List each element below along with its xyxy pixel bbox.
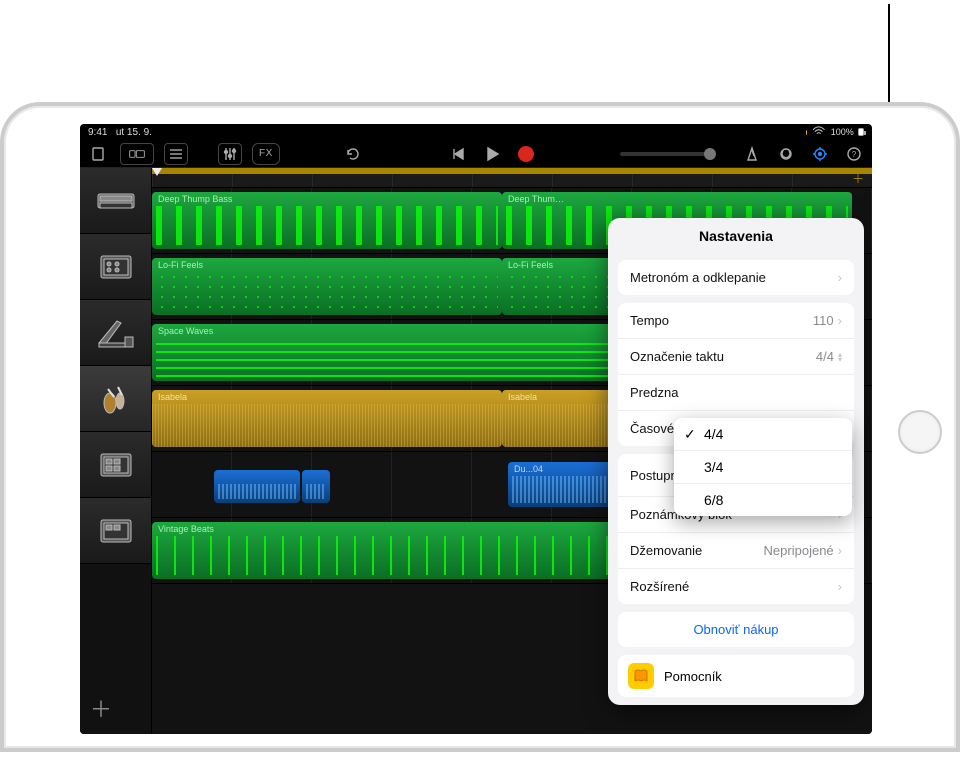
help-book-icon bbox=[628, 663, 654, 689]
timesig-option[interactable]: 3/4 bbox=[674, 451, 852, 484]
toolbar: FX bbox=[80, 140, 872, 168]
region-label: Deep Thump Bass bbox=[158, 194, 232, 204]
row-metronome[interactable]: Metronóm a odklepanie › bbox=[618, 260, 854, 295]
label-tempo: Tempo bbox=[630, 313, 669, 328]
status-left: 9:41 ut 15. 9. bbox=[88, 127, 152, 138]
chevron-right-icon: › bbox=[838, 270, 842, 285]
status-date: ut 15. 9. bbox=[116, 127, 152, 138]
loop-browser-button[interactable] bbox=[774, 143, 798, 165]
add-section-button[interactable]: ＋ bbox=[852, 170, 864, 187]
chevron-right-icon: › bbox=[838, 543, 842, 558]
track-header-5[interactable] bbox=[80, 432, 151, 498]
recording-indicator-icon bbox=[806, 130, 807, 135]
region-label: Isabela bbox=[158, 392, 187, 402]
status-time: 9:41 bbox=[88, 127, 107, 138]
play-button[interactable] bbox=[480, 143, 504, 165]
region-label: Deep Thum… bbox=[508, 194, 564, 204]
master-volume-slider[interactable] bbox=[620, 152, 710, 156]
go-to-start-button[interactable] bbox=[446, 143, 470, 165]
region-label: Space Waves bbox=[158, 326, 213, 336]
row-tempo[interactable]: Tempo 110 › bbox=[618, 303, 854, 339]
undo-button[interactable] bbox=[340, 143, 364, 165]
label-timesig: Označenie taktu bbox=[630, 349, 724, 364]
region[interactable]: Isabela bbox=[152, 390, 502, 447]
status-right: 100% bbox=[806, 124, 864, 139]
restore-purchase-button[interactable]: Obnoviť nákup bbox=[618, 612, 854, 647]
value-timesig: 4/4 bbox=[816, 349, 834, 364]
settings-button[interactable] bbox=[808, 143, 832, 165]
battery-percent: 100% bbox=[831, 127, 854, 137]
row-jam[interactable]: Džemovanie Nepripojené › bbox=[618, 533, 854, 569]
help-button-toolbar[interactable]: ? bbox=[842, 143, 866, 165]
track-header-2[interactable] bbox=[80, 234, 151, 300]
tracks-view-button[interactable] bbox=[164, 143, 188, 165]
region-label: Vintage Beats bbox=[158, 524, 214, 534]
value-jam: Nepripojené bbox=[764, 543, 834, 558]
browser-button[interactable] bbox=[120, 143, 154, 165]
label-advanced: Rozšírené bbox=[630, 579, 689, 594]
cycle-region[interactable] bbox=[152, 168, 872, 174]
chevron-right-icon: › bbox=[838, 313, 842, 328]
label-jam: Džemovanie bbox=[630, 543, 702, 558]
track-header-4[interactable] bbox=[80, 366, 151, 432]
stepper-icon: ▴▾ bbox=[838, 352, 842, 362]
mixer-button[interactable] bbox=[218, 143, 242, 165]
region-label: Du...04 bbox=[514, 464, 543, 474]
home-button[interactable] bbox=[898, 410, 942, 454]
track-header-3[interactable] bbox=[80, 300, 151, 366]
timesig-dropdown: 4/4 3/4 6/8 bbox=[674, 418, 852, 516]
region-label: Isabela bbox=[508, 392, 537, 402]
svg-text:?: ? bbox=[852, 150, 857, 159]
record-icon bbox=[518, 146, 534, 162]
row-advanced[interactable]: Rozšírené › bbox=[618, 569, 854, 604]
status-bar: 9:41 ut 15. 9. 100% bbox=[80, 124, 872, 140]
label-help: Pomocník bbox=[664, 669, 722, 684]
timesig-option[interactable]: 6/8 bbox=[674, 484, 852, 516]
fx-button[interactable]: FX bbox=[252, 143, 280, 165]
battery-icon bbox=[858, 128, 864, 136]
row-keysig[interactable]: Predzna bbox=[618, 375, 854, 411]
settings-title: Nastavenia bbox=[608, 218, 864, 252]
label-timediv: Časové bbox=[630, 421, 674, 436]
region[interactable] bbox=[214, 470, 300, 503]
ruler[interactable]: ＋ bbox=[152, 168, 872, 188]
region[interactable]: Lo-Fi Feels bbox=[152, 258, 502, 315]
record-button[interactable] bbox=[514, 143, 538, 165]
track-header-1[interactable] bbox=[80, 168, 151, 234]
track-headers: ＋ bbox=[80, 168, 152, 734]
playhead[interactable] bbox=[152, 168, 162, 178]
label-keysig: Predzna bbox=[630, 385, 678, 400]
chevron-right-icon: › bbox=[838, 579, 842, 594]
settings-popover: Nastavenia Metronóm a odklepanie › Tempo… bbox=[608, 218, 864, 705]
region-label: Lo-Fi Feels bbox=[158, 260, 203, 270]
label-metronome: Metronóm a odklepanie bbox=[630, 270, 766, 285]
region[interactable] bbox=[302, 470, 330, 503]
metronome-button[interactable] bbox=[740, 143, 764, 165]
ipad-frame: 9:41 ut 15. 9. 100% bbox=[0, 102, 960, 752]
row-help[interactable]: Pomocník bbox=[618, 655, 854, 697]
region[interactable]: Deep Thump Bass bbox=[152, 192, 502, 249]
region-label: Lo-Fi Feels bbox=[508, 260, 553, 270]
add-track-button[interactable]: ＋ bbox=[90, 692, 112, 724]
track-header-empty: ＋ bbox=[80, 564, 151, 734]
slider-thumb[interactable] bbox=[704, 148, 716, 160]
main-area: ＋ ＋ Deep Thump Bass bbox=[80, 168, 872, 734]
wifi-icon bbox=[811, 124, 826, 139]
app-screen: 9:41 ut 15. 9. 100% bbox=[80, 124, 872, 734]
value-tempo: 110 bbox=[813, 313, 834, 328]
row-timesig[interactable]: Označenie taktu 4/4 ▴▾ bbox=[618, 339, 854, 375]
timesig-option[interactable]: 4/4 bbox=[674, 418, 852, 451]
my-songs-button[interactable] bbox=[86, 143, 110, 165]
track-header-6[interactable] bbox=[80, 498, 151, 564]
